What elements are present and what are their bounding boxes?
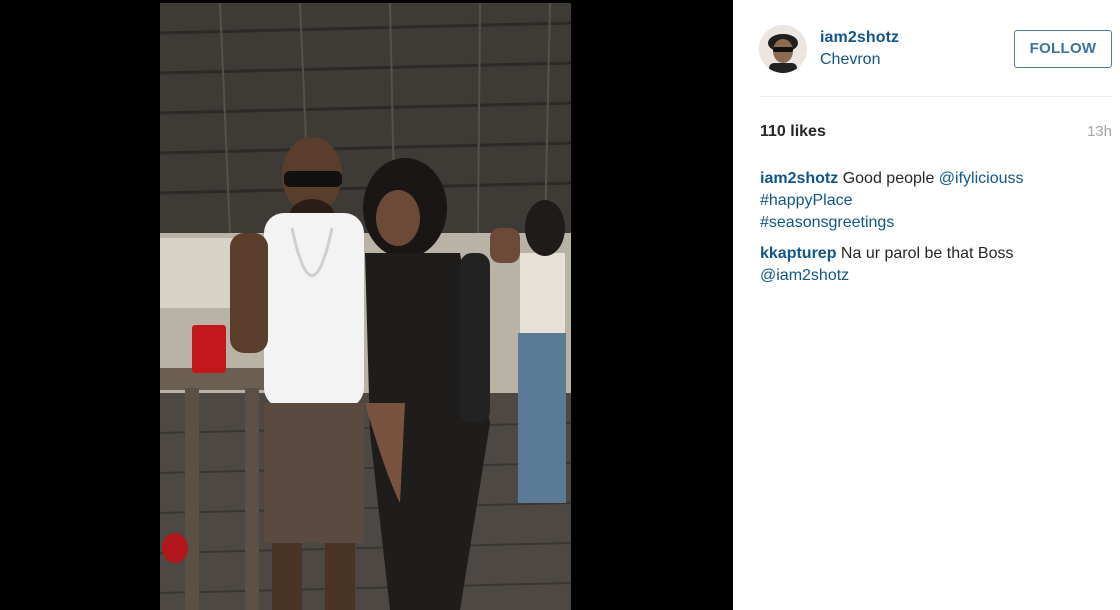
comment-hashtag[interactable]: #happyPlace bbox=[760, 190, 1112, 212]
post-sidebar: iam2shotz Chevron FOLLOW 110 likes 13h i… bbox=[733, 0, 1120, 610]
comment-text: Good people bbox=[842, 170, 935, 187]
post-photo[interactable] bbox=[160, 3, 571, 610]
comment-author[interactable]: iam2shotz bbox=[760, 170, 838, 187]
avatar-image bbox=[759, 25, 807, 73]
comment-item: kkapturep Na ur parol be that Boss @iam2… bbox=[760, 243, 1112, 287]
comment-list: iam2shotz Good people @ifyliciouss #happ… bbox=[760, 168, 1112, 296]
header-divider bbox=[760, 96, 1112, 97]
post-timestamp[interactable]: 13h bbox=[1087, 123, 1112, 140]
photo-illustration bbox=[160, 3, 571, 610]
comment-author[interactable]: kkapturep bbox=[760, 245, 836, 262]
post-stats: 110 likes 13h bbox=[760, 123, 1112, 145]
user-avatar[interactable] bbox=[759, 25, 807, 73]
follow-button[interactable]: FOLLOW bbox=[1014, 30, 1112, 68]
comment-text: Na ur parol be that Boss bbox=[840, 245, 1014, 262]
media-viewer bbox=[0, 0, 733, 610]
post-username[interactable]: iam2shotz bbox=[820, 29, 899, 47]
comment-mention[interactable]: @iam2shotz bbox=[760, 265, 1112, 287]
comment-mention[interactable]: @ifyliciouss bbox=[939, 170, 1024, 187]
post-header: iam2shotz Chevron FOLLOW bbox=[733, 0, 1120, 96]
comment-item: iam2shotz Good people @ifyliciouss #happ… bbox=[760, 168, 1112, 234]
comment-hashtag[interactable]: #seasonsgreetings bbox=[760, 212, 1112, 234]
likes-count[interactable]: 110 likes bbox=[760, 123, 826, 141]
post-location[interactable]: Chevron bbox=[820, 51, 880, 69]
